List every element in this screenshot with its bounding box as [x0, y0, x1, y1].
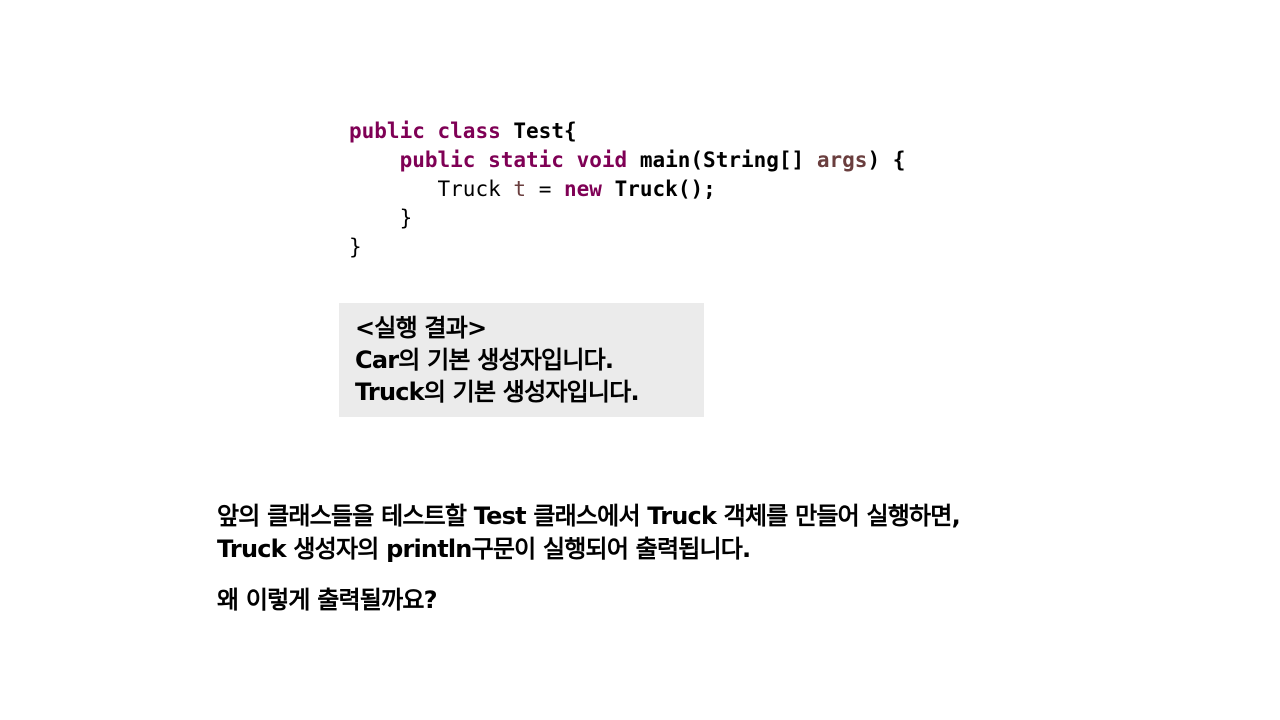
keyword-public: public: [349, 119, 425, 143]
code-line-3: Truck t = new Truck();: [349, 175, 905, 204]
question-text: 왜 이렇게 출력될까요?: [217, 586, 438, 614]
assign-op: =: [538, 177, 552, 201]
result-box: <실행 결과> Car의 기본 생성자입니다. Truck의 기본 생성자입니다…: [339, 303, 704, 417]
param-args: args: [816, 148, 868, 172]
type-truck: Truck: [437, 177, 501, 201]
keyword-void: void: [576, 148, 628, 172]
code-line-2: public static void main(String[] args) {: [349, 146, 906, 175]
method-signature: main(String[]: [639, 148, 805, 172]
code-line-4: }: [349, 204, 905, 233]
explanation-line: Truck 생성자의 println구문이 실행되어 출력됩니다.: [217, 535, 751, 563]
class-name: Test{: [513, 119, 577, 143]
keyword-static: static: [488, 148, 564, 172]
code-line-5: }: [349, 233, 905, 262]
explanation-line: 앞의 클래스들을 테스트할 Test 클래스에서 Truck 객체를 만들어 실…: [217, 502, 961, 530]
result-line: Car의 기본 생성자입니다.: [355, 346, 614, 374]
result-heading: <실행 결과>: [355, 314, 487, 342]
explanation-text: 앞의 클래스들을 테스트할 Test 클래스에서 Truck 객체를 만들어 실…: [217, 500, 961, 617]
keyword-new: new: [564, 177, 602, 201]
method-open: ) {: [867, 148, 906, 172]
keyword-public: public: [399, 148, 476, 172]
keyword-class: class: [437, 119, 501, 143]
variable-t: t: [513, 177, 527, 201]
result-line: Truck의 기본 생성자입니다.: [355, 378, 640, 406]
code-block: public class Test{ public static void ma…: [349, 117, 905, 262]
code-line-1: public class Test{: [349, 117, 905, 146]
close-brace: }: [349, 235, 362, 259]
constructor-call: Truck();: [614, 177, 716, 201]
close-brace: }: [399, 206, 413, 230]
